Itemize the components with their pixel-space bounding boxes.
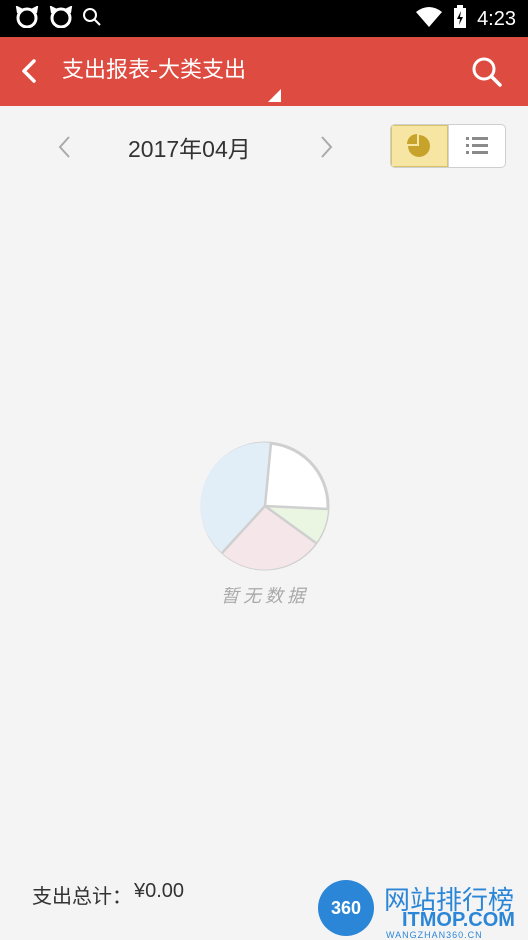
watermark-subtitle: WANGZHAN360.CN: [386, 930, 483, 940]
page-title[interactable]: 支出报表-大类支出: [62, 55, 246, 87]
chevron-right-icon[interactable]: [316, 134, 336, 160]
total-amount: ¥0.00: [134, 880, 185, 902]
pie-chart-icon: [407, 134, 431, 157]
battery-icon: [453, 5, 467, 33]
search-icon: [82, 7, 102, 31]
cat-icon: [14, 5, 40, 32]
status-time: 4:23: [477, 7, 516, 30]
watermark-badge: 360: [318, 880, 374, 936]
expense-total: 支出总计： ¥0.00: [32, 880, 184, 909]
pie-view-button[interactable]: [391, 125, 448, 167]
view-toggle: [390, 124, 506, 168]
watermark-url: ITMOP.COM: [402, 909, 515, 931]
list-view-button[interactable]: [447, 125, 506, 167]
search-icon: [472, 57, 502, 87]
month-navigation: 2017年04月: [0, 106, 528, 186]
search-button[interactable]: [470, 55, 504, 89]
empty-state-text: 暂无数据: [221, 586, 309, 607]
status-bar: 4:23: [0, 0, 528, 37]
watermark-logo: 360 网站排行榜 ITMOP.COM WANGZHAN360.CN: [318, 876, 528, 940]
chevron-left-icon[interactable]: [55, 134, 75, 160]
list-icon: [465, 137, 488, 154]
title-dropdown-indicator[interactable]: [268, 89, 281, 102]
app-bar: 支出报表-大类支出: [0, 37, 528, 106]
month-label: 2017年04月: [128, 136, 251, 162]
back-arrow-icon[interactable]: [14, 55, 46, 87]
cat-icon: [48, 5, 74, 32]
total-label: 支出总计：: [32, 886, 132, 908]
wifi-icon: [415, 6, 443, 32]
